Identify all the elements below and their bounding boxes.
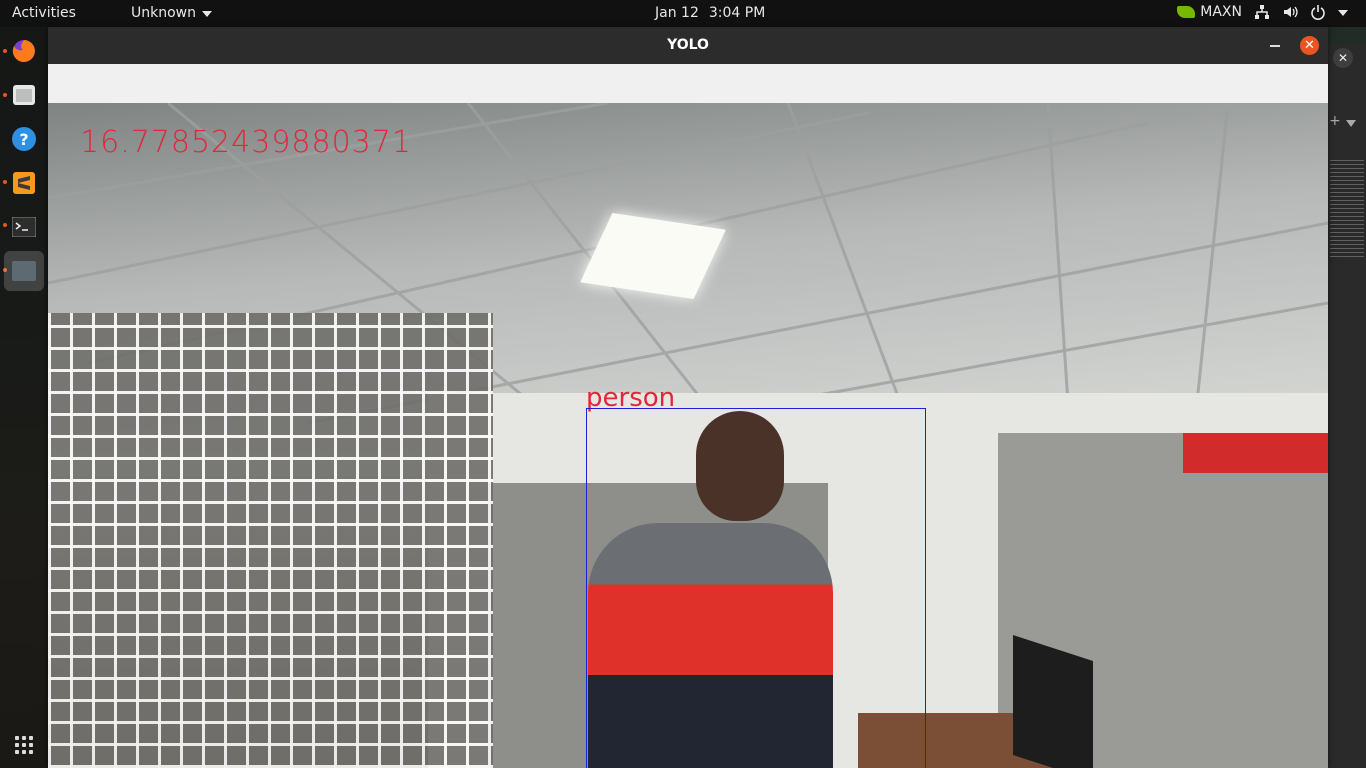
clock-time: 3:04 PM [708, 5, 766, 21]
wire-cage [48, 313, 493, 768]
minimize-icon[interactable] [1270, 45, 1280, 47]
sublime-text-icon[interactable] [4, 163, 44, 203]
chevron-down-icon[interactable] [1338, 10, 1348, 16]
files-icon[interactable] [4, 75, 44, 115]
power-mode-label: MAXN [1200, 4, 1242, 20]
show-applications-icon[interactable] [15, 736, 33, 754]
nvidia-icon [1177, 6, 1196, 18]
top-bar: Activities Unknown Jan 12 3:04 PM MAXN [0, 0, 1366, 27]
add-icon[interactable]: + [1329, 113, 1341, 129]
window-titlebar[interactable]: YOLO ✕ [48, 27, 1328, 64]
background-window[interactable] [1328, 44, 1366, 768]
machine [1183, 433, 1328, 473]
clock[interactable]: Jan 12 3:04 PM [655, 5, 765, 21]
network-icon[interactable] [1254, 4, 1270, 20]
svg-text:?: ? [19, 130, 28, 149]
window-title: YOLO [667, 37, 709, 53]
firefox-icon[interactable] [4, 31, 44, 71]
app-menu-label: Unknown [131, 5, 196, 21]
camera-frame: 16.77852439880371 person [48, 103, 1328, 768]
close-button[interactable]: ✕ [1300, 36, 1319, 55]
active-window-icon[interactable] [4, 251, 44, 291]
app-menu[interactable]: Unknown [131, 5, 212, 21]
volume-icon[interactable] [1282, 4, 1298, 20]
chevron-down-icon [202, 11, 212, 17]
terminal-icon[interactable] [4, 207, 44, 247]
dock: ? [0, 27, 48, 768]
window-toolbar [48, 64, 1328, 103]
power-icon[interactable] [1310, 4, 1326, 20]
activities-button[interactable]: Activities [12, 5, 76, 21]
fps-readout: 16.77852439880371 [80, 125, 412, 160]
code-preview [1330, 160, 1364, 260]
detection-box [586, 408, 926, 768]
yolo-window: YOLO ✕ 16.77852439880371 person [48, 27, 1328, 768]
close-icon[interactable]: ✕ [1333, 48, 1353, 68]
clock-date: Jan 12 [655, 5, 699, 21]
chevron-down-icon[interactable] [1346, 120, 1356, 127]
help-icon[interactable]: ? [4, 119, 44, 159]
power-mode-indicator[interactable]: MAXN [1177, 4, 1242, 20]
system-tray[interactable]: MAXN [1177, 4, 1348, 20]
